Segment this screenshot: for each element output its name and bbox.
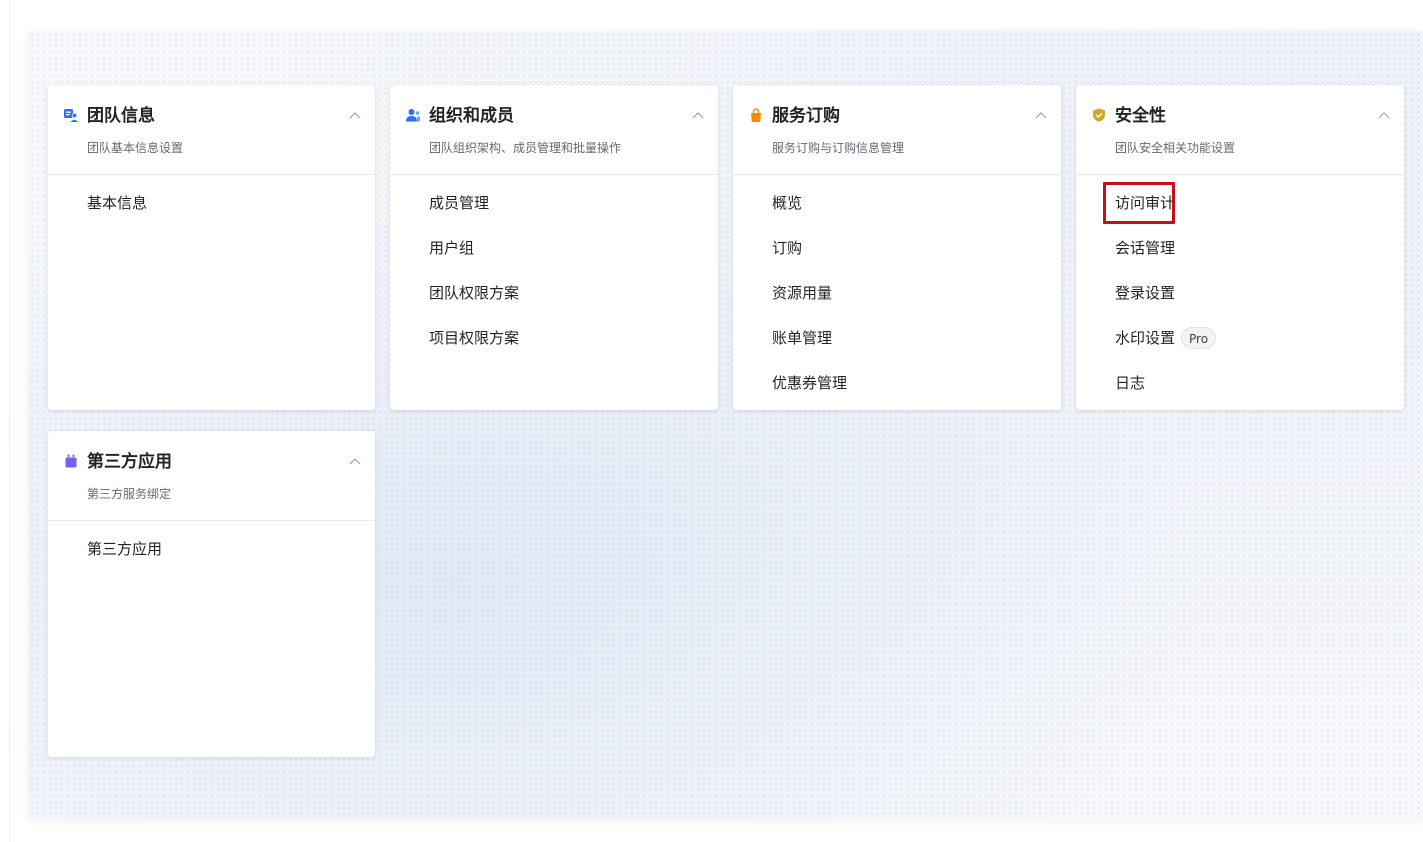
menu-item-access-audit[interactable]: 访问审计 [1076,182,1404,237]
card-subtitle: 团队组织架构、成员管理和批量操作 [429,141,622,155]
card-title: 安全性 [1115,106,1166,126]
card-title: 团队信息 [87,106,155,126]
menu-item-label: 水印设置 [1115,329,1176,347]
menu-item-member-management[interactable]: 成员管理 [390,192,718,237]
menu-item-session-management[interactable]: 会话管理 [1076,237,1404,282]
card-item-list: 成员管理 用户组 团队权限方案 项目权限方案 [390,175,718,372]
chevron-up-icon[interactable] [1035,111,1047,119]
menu-item-third-party-apps[interactable]: 第三方应用 [48,538,375,583]
menu-item-label: 基本信息 [87,194,148,212]
menu-item-coupons[interactable]: 优惠券管理 [733,372,1061,417]
menu-item-label: 第三方应用 [87,540,163,558]
card-title: 组织和成员 [429,106,514,126]
card-org-members: 组织和成员 团队组织架构、成员管理和批量操作 成员管理 用户组 团队权限方案 项… [390,85,718,410]
members-icon [406,109,420,122]
menu-item-label: 账单管理 [772,329,833,347]
chevron-up-icon[interactable] [1378,111,1390,119]
team-info-icon [64,109,78,122]
menu-item-label-wrap: 访问审计 [1103,182,1175,224]
card-service-subscription: 服务订购 服务订购与订购信息管理 概览 订购 资源用量 账单管理 优惠券管理 [733,85,1061,410]
left-divider [9,0,10,842]
menu-item-label: 概览 [772,194,803,212]
menu-item-watermark-settings[interactable]: 水印设置 Pro [1076,327,1404,372]
menu-item-label: 登录设置 [1115,284,1176,302]
menu-item-label: 会话管理 [1115,239,1176,257]
card-title: 第三方应用 [87,452,172,472]
card-third-party-apps: 第三方应用 第三方服务绑定 第三方应用 [48,431,375,757]
card-item-list: 第三方应用 [48,521,375,583]
card-header: 安全性 团队安全相关功能设置 [1076,85,1404,175]
menu-item-project-permission-schemes[interactable]: 项目权限方案 [390,327,718,372]
card-subtitle: 第三方服务绑定 [87,487,172,501]
menu-item-label: 项目权限方案 [429,329,520,347]
menu-item-label: 成员管理 [429,194,490,212]
card-header: 组织和成员 团队组织架构、成员管理和批量操作 [390,85,718,175]
card-item-list: 概览 订购 资源用量 账单管理 优惠券管理 [733,175,1061,417]
menu-item-label: 日志 [1115,374,1146,392]
card-subtitle: 团队安全相关功能设置 [1115,141,1236,155]
menu-item-label: 资源用量 [772,284,833,302]
menu-item-label: 团队权限方案 [429,284,520,302]
menu-item-subscribe[interactable]: 订购 [733,237,1061,282]
menu-item-logs[interactable]: 日志 [1076,372,1404,417]
card-subtitle: 服务订购与订购信息管理 [772,141,905,155]
highlight-box [1103,182,1175,224]
menu-item-billing[interactable]: 账单管理 [733,327,1061,372]
card-item-list: 访问审计 会话管理 登录设置 水印设置 Pro 日志 [1076,175,1404,417]
chevron-up-icon[interactable] [349,457,361,465]
card-security: 安全性 团队安全相关功能设置 访问审计 会话管理 登录设置 水印设置 Pro 日… [1076,85,1404,410]
menu-item-team-permission-schemes[interactable]: 团队权限方案 [390,282,718,327]
chevron-up-icon[interactable] [349,111,361,119]
menu-item-resource-usage[interactable]: 资源用量 [733,282,1061,327]
chevron-up-icon[interactable] [692,111,704,119]
menu-item-basic-info[interactable]: 基本信息 [48,192,375,237]
menu-item-label: 优惠券管理 [772,374,848,392]
shopping-bag-icon [751,108,761,122]
card-header: 团队信息 团队基本信息设置 [48,85,375,175]
card-subtitle: 团队基本信息设置 [87,141,184,155]
shield-check-icon [1093,108,1105,122]
menu-item-label: 订购 [772,239,803,257]
menu-item-overview[interactable]: 概览 [733,192,1061,237]
menu-item-label: 用户组 [429,239,475,257]
settings-canvas: 团队信息 团队基本信息设置 基本信息 组织和成员 团队组织架构、成员管理和批量操… [29,31,1423,818]
menu-item-login-settings[interactable]: 登录设置 [1076,282,1404,327]
card-title: 服务订购 [772,106,840,126]
pro-badge: Pro [1181,327,1217,349]
settings-page: 团队信息 团队基本信息设置 基本信息 组织和成员 团队组织架构、成员管理和批量操… [0,0,1423,842]
card-item-list: 基本信息 [48,175,375,237]
card-header: 服务订购 服务订购与订购信息管理 [733,85,1061,175]
card-team-info: 团队信息 团队基本信息设置 基本信息 [48,85,375,410]
calendar-app-icon [65,454,77,468]
menu-item-user-groups[interactable]: 用户组 [390,237,718,282]
card-header: 第三方应用 第三方服务绑定 [48,431,375,521]
